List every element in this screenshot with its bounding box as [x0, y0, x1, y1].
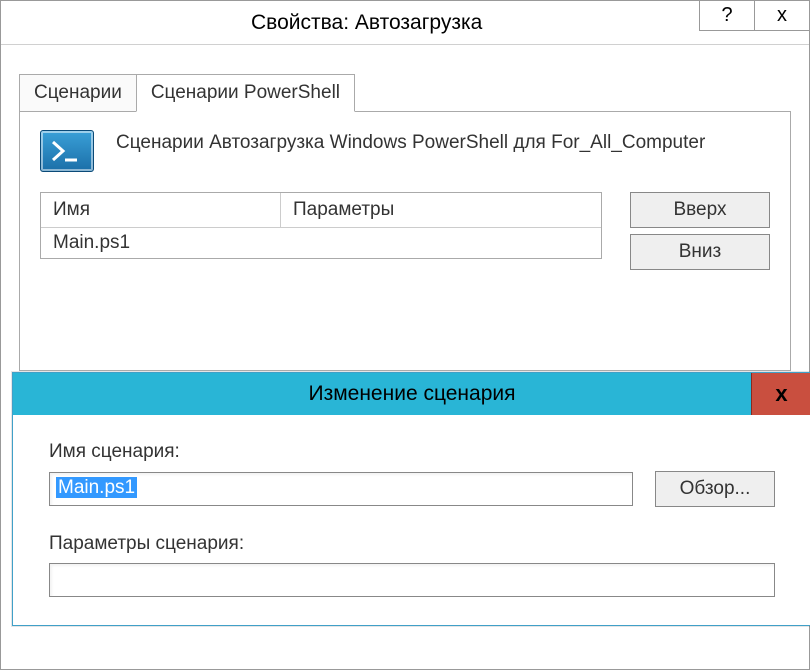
- script-name-input[interactable]: Main.ps1: [49, 472, 633, 506]
- side-buttons: Вверх Вниз: [630, 192, 770, 270]
- window-title: Свойства: Автозагрузка: [251, 11, 482, 35]
- modal-close-button[interactable]: x: [751, 373, 810, 415]
- title-bar: Свойства: Автозагрузка ? x: [1, 1, 809, 45]
- script-params-row: [49, 563, 775, 597]
- script-name-label: Имя сценария:: [49, 441, 775, 463]
- tab-scripts[interactable]: Сценарии: [19, 74, 137, 112]
- title-controls: ? x: [699, 1, 809, 31]
- edit-script-dialog: Изменение сценария x Имя сценария: Main.…: [12, 372, 810, 626]
- cell-name: Main.ps1: [53, 232, 293, 254]
- browse-button[interactable]: Обзор...: [655, 471, 775, 507]
- panel-header: Сценарии Автозагрузка Windows PowerShell…: [40, 130, 770, 172]
- script-params-input[interactable]: [49, 563, 775, 597]
- down-button[interactable]: Вниз: [630, 234, 770, 270]
- list-area: Имя Параметры Main.ps1 Вверх Вниз: [40, 192, 770, 270]
- tab-container: Сценарии Сценарии PowerShell Сценарии Ав…: [19, 73, 791, 371]
- modal-title-bar[interactable]: Изменение сценария x: [13, 373, 810, 415]
- up-button[interactable]: Вверх: [630, 192, 770, 228]
- tab-powershell[interactable]: Сценарии PowerShell: [136, 74, 355, 112]
- modal-title: Изменение сценария: [309, 382, 516, 406]
- list-headers: Имя Параметры: [41, 193, 601, 228]
- tabs: Сценарии Сценарии PowerShell: [19, 73, 791, 111]
- list-row[interactable]: Main.ps1: [41, 228, 601, 258]
- script-name-selected-text: Main.ps1: [56, 477, 137, 498]
- panel-heading: Сценарии Автозагрузка Windows PowerShell…: [116, 130, 705, 156]
- scripts-list[interactable]: Имя Параметры Main.ps1: [40, 192, 602, 259]
- script-params-label: Параметры сценария:: [49, 533, 775, 555]
- col-params-header[interactable]: Параметры: [281, 193, 601, 227]
- modal-body: Имя сценария: Main.ps1 Обзор... Параметр…: [13, 415, 810, 625]
- powershell-icon: [40, 130, 94, 172]
- col-name-header[interactable]: Имя: [41, 193, 281, 227]
- tab-panel: Сценарии Автозагрузка Windows PowerShell…: [19, 111, 791, 371]
- close-button[interactable]: x: [754, 1, 809, 31]
- script-name-row: Main.ps1 Обзор...: [49, 471, 775, 507]
- help-button[interactable]: ?: [699, 1, 754, 31]
